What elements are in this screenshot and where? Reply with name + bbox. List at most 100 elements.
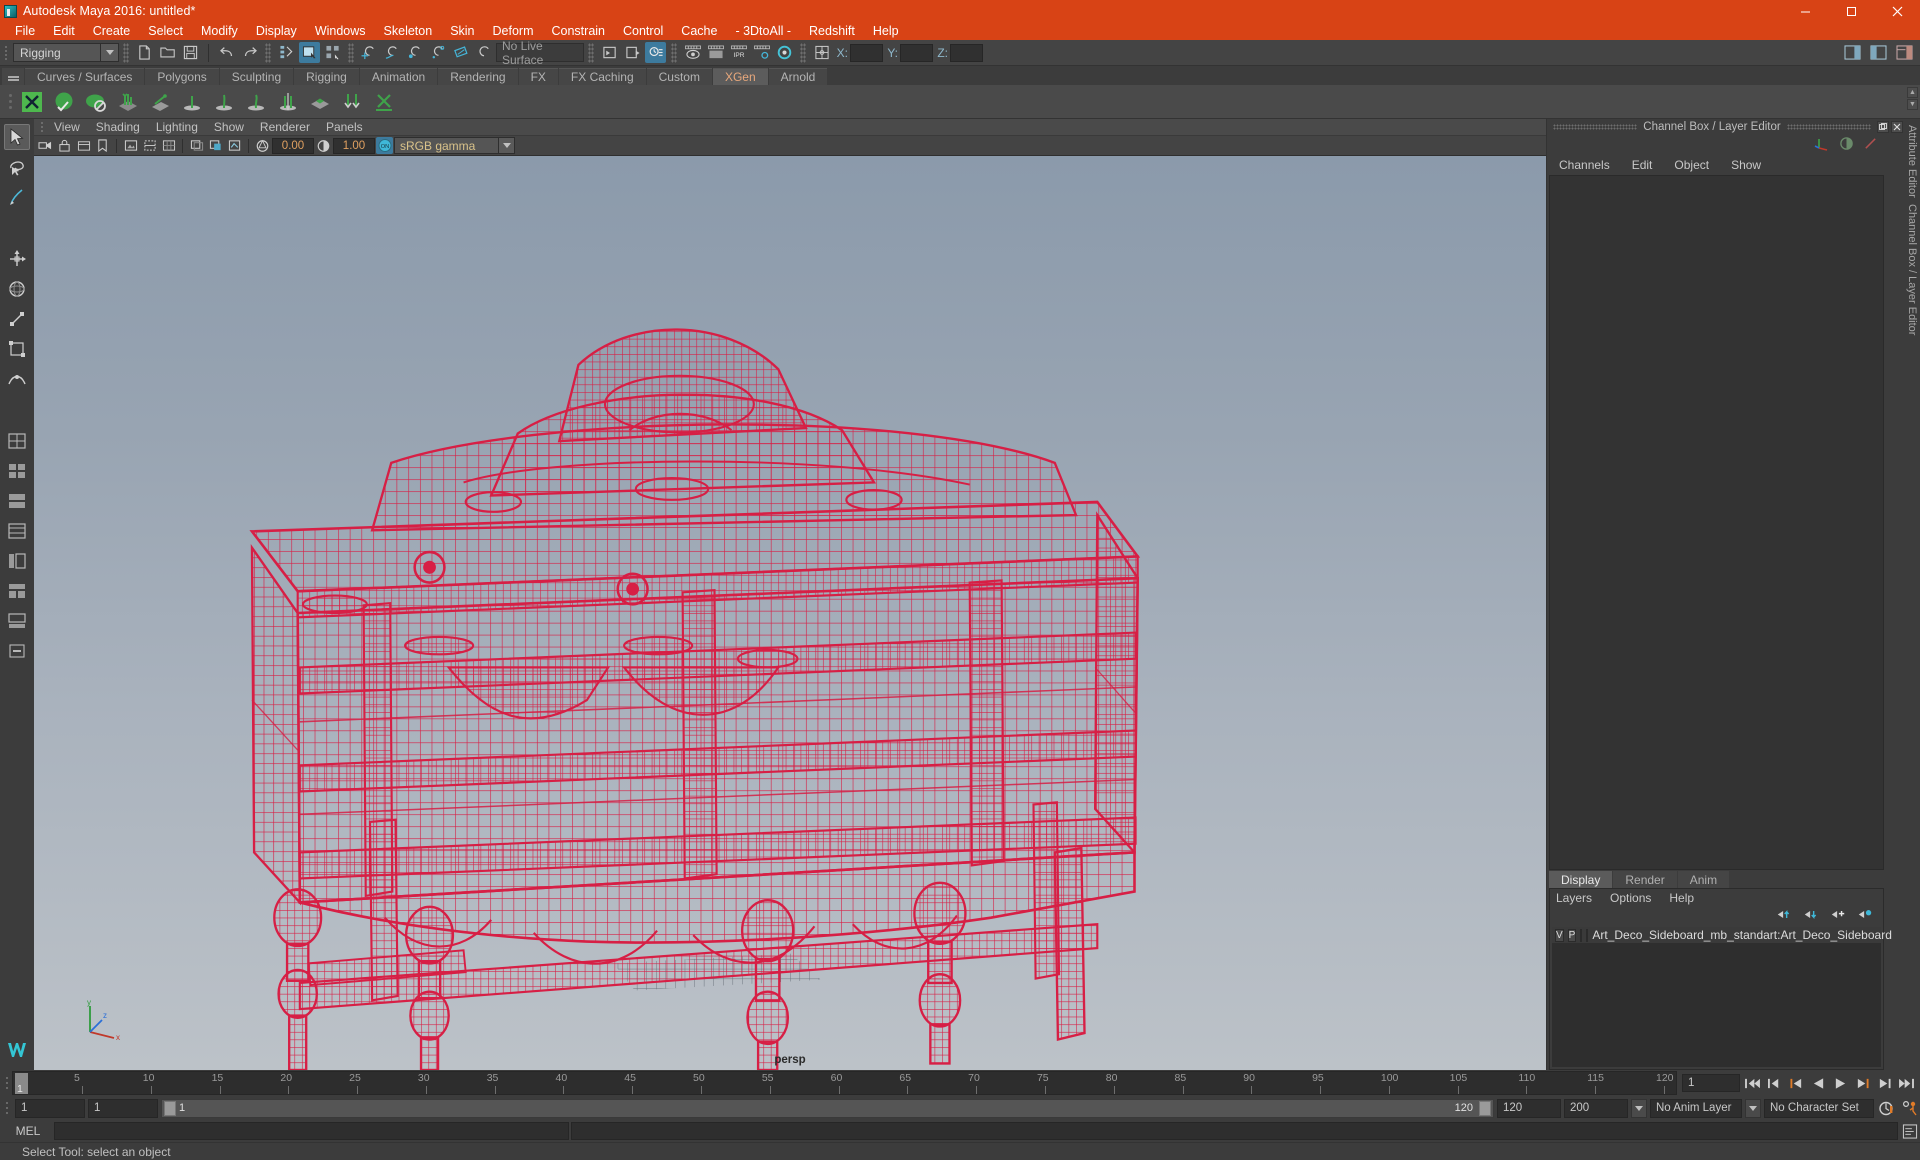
xgen-guide-icon[interactable] (145, 87, 175, 117)
shelf-scroll-buttons[interactable]: ▲ ▼ (1907, 87, 1918, 110)
shelf-tab-curves-surfaces[interactable]: Curves / Surfaces (25, 68, 145, 85)
viewport-menu-grip[interactable] (38, 122, 46, 132)
layer-tab-render[interactable]: Render (1613, 871, 1677, 888)
exposure-icon[interactable] (254, 137, 271, 154)
time-slider-grip[interactable] (2, 1072, 12, 1094)
rotate-tool[interactable] (4, 276, 30, 302)
gamma-field[interactable]: 1.00 (333, 137, 375, 154)
object-menu[interactable]: Object (1674, 158, 1731, 172)
side-tab-channel-box[interactable]: Channel Box / Layer Editor (1906, 198, 1918, 335)
image-plane-icon[interactable] (122, 137, 139, 154)
snap-to-curve-icon[interactable] (382, 42, 403, 63)
move-tool[interactable] (4, 246, 30, 272)
character-set-field[interactable]: No Character Set (1764, 1098, 1874, 1118)
xgen-cut-icon[interactable] (305, 87, 335, 117)
layers-menu[interactable]: Layers (1556, 891, 1610, 905)
panel-menu-show[interactable]: Show (206, 120, 252, 134)
close-icon[interactable] (1891, 121, 1904, 133)
menu-display[interactable]: Display (247, 22, 306, 40)
undo-icon[interactable] (216, 42, 237, 63)
input-connection-icon[interactable] (599, 42, 620, 63)
xgen-export-icon[interactable] (369, 87, 399, 117)
half-circle-icon[interactable] (1839, 136, 1854, 154)
menu-select[interactable]: Select (139, 22, 192, 40)
options-menu[interactable]: Options (1610, 891, 1669, 905)
minimize-button[interactable] (1782, 0, 1828, 22)
command-input[interactable] (54, 1122, 569, 1140)
new-layer-from-selected-icon[interactable] (1857, 908, 1873, 924)
layer-playback-toggle[interactable]: P (1567, 928, 1577, 942)
layer-list[interactable]: V P Art_Deco_Sideboard_mb_standart:Art_D… (1552, 927, 1892, 1067)
panel-menu-lighting[interactable]: Lighting (148, 120, 206, 134)
shelf-tab-rigging[interactable]: Rigging (294, 68, 359, 85)
shelf-tab-polygons[interactable]: Polygons (145, 68, 219, 85)
menu-set-selector[interactable]: Rigging (13, 43, 101, 62)
layer-name[interactable]: Art_Deco_Sideboard_mb_standart:Art_Deco_… (1592, 928, 1892, 942)
menu-file[interactable]: File (6, 22, 44, 40)
construction-history-icon[interactable] (645, 42, 666, 63)
exposure-field[interactable]: 0.00 (272, 137, 314, 154)
shelf-grip[interactable] (4, 87, 16, 117)
lasso-select-tool[interactable] (4, 154, 30, 180)
layout-hypershade[interactable] (4, 578, 30, 604)
current-time-indicator[interactable]: 1 (15, 1073, 28, 1094)
bookmark-icon[interactable] (94, 137, 111, 154)
shelf-tab-arnold[interactable]: Arnold (768, 68, 828, 85)
show-manipulator-icon[interactable] (811, 42, 832, 63)
xgen-sphere-icon[interactable] (49, 87, 79, 117)
color-management-select[interactable]: sRGB gamma (394, 137, 499, 154)
xgen-length-icon[interactable] (209, 87, 239, 117)
menu-constrain[interactable]: Constrain (543, 22, 615, 40)
menu-control[interactable]: Control (614, 22, 672, 40)
select-camera-icon[interactable] (37, 137, 54, 154)
live-surface-field[interactable]: No Live Surface (496, 39, 584, 67)
soft-modification-tool[interactable] (4, 366, 30, 392)
menu-set-dropdown-arrow[interactable] (101, 43, 119, 62)
side-tab-attribute-editor[interactable]: Attribute Editor (1906, 119, 1918, 198)
shelf-tab-sculpting[interactable]: Sculpting (219, 68, 294, 85)
layer-tab-anim[interactable]: Anim (1677, 871, 1730, 888)
layer-type-toggle[interactable] (1580, 928, 1583, 942)
xgen-dome-icon[interactable] (81, 87, 111, 117)
shelf-tab-custom[interactable]: Custom (646, 68, 712, 85)
menu-help[interactable]: Help (864, 22, 908, 40)
go-to-start-icon[interactable] (1743, 1074, 1762, 1093)
step-back-keyframe-icon[interactable] (1765, 1074, 1784, 1093)
gate-mask-icon[interactable] (226, 137, 243, 154)
menu-3dtoall[interactable]: - 3DtoAll - (726, 22, 800, 40)
panel-menu-view[interactable]: View (46, 120, 88, 134)
gamma-icon[interactable] (315, 137, 332, 154)
select-by-object-icon[interactable] (299, 42, 320, 63)
range-slider-grip[interactable] (2, 1097, 12, 1119)
select-by-hierarchy-icon[interactable] (276, 42, 297, 63)
time-slider[interactable]: 1 5 10 15 20 25 30 35 40 45 50 55 60 65 70 75 80 85 90 95 1… (12, 1071, 1677, 1095)
panel-menu-shading[interactable]: Shading (88, 120, 148, 134)
menu-skin[interactable]: Skin (441, 22, 483, 40)
toggle-channel-box-icon[interactable] (1894, 42, 1915, 63)
toggle-attribute-editor-icon[interactable] (1842, 42, 1863, 63)
layout-four-pane[interactable] (4, 518, 30, 544)
color-management-toggle-icon[interactable]: ON (376, 137, 393, 154)
xgen-add-description-icon[interactable] (113, 87, 143, 117)
shelf-menu-icon[interactable] (2, 68, 24, 85)
move-layer-down-icon[interactable] (1803, 908, 1819, 924)
close-button[interactable] (1874, 0, 1920, 22)
auto-keyframe-icon[interactable] (1877, 1098, 1897, 1118)
step-forward-keyframe-icon[interactable] (1875, 1074, 1894, 1093)
twod-pan-zoom-icon[interactable] (141, 137, 158, 154)
coord-x-field[interactable] (850, 43, 883, 62)
layout-more-options[interactable] (4, 638, 30, 664)
maximize-button[interactable] (1828, 0, 1874, 22)
shelf-tab-fx-caching[interactable]: FX Caching (558, 68, 646, 85)
step-forward-frame-icon[interactable] (1853, 1074, 1872, 1093)
toggle-tool-settings-icon[interactable] (1868, 42, 1889, 63)
layout-single-pane[interactable] (4, 428, 30, 454)
manipulator-axis-icon[interactable] (1814, 136, 1830, 155)
menu-create[interactable]: Create (84, 22, 140, 40)
shelf-scroll-up[interactable]: ▲ (1907, 87, 1918, 98)
character-set-dropdown-arrow[interactable] (1745, 1098, 1761, 1118)
animation-start-field[interactable]: 1 (15, 1098, 85, 1118)
range-end-field[interactable]: 120 (1497, 1098, 1561, 1118)
snap-to-projected-center-icon[interactable] (428, 42, 449, 63)
channels-menu[interactable]: Channels (1559, 158, 1632, 172)
